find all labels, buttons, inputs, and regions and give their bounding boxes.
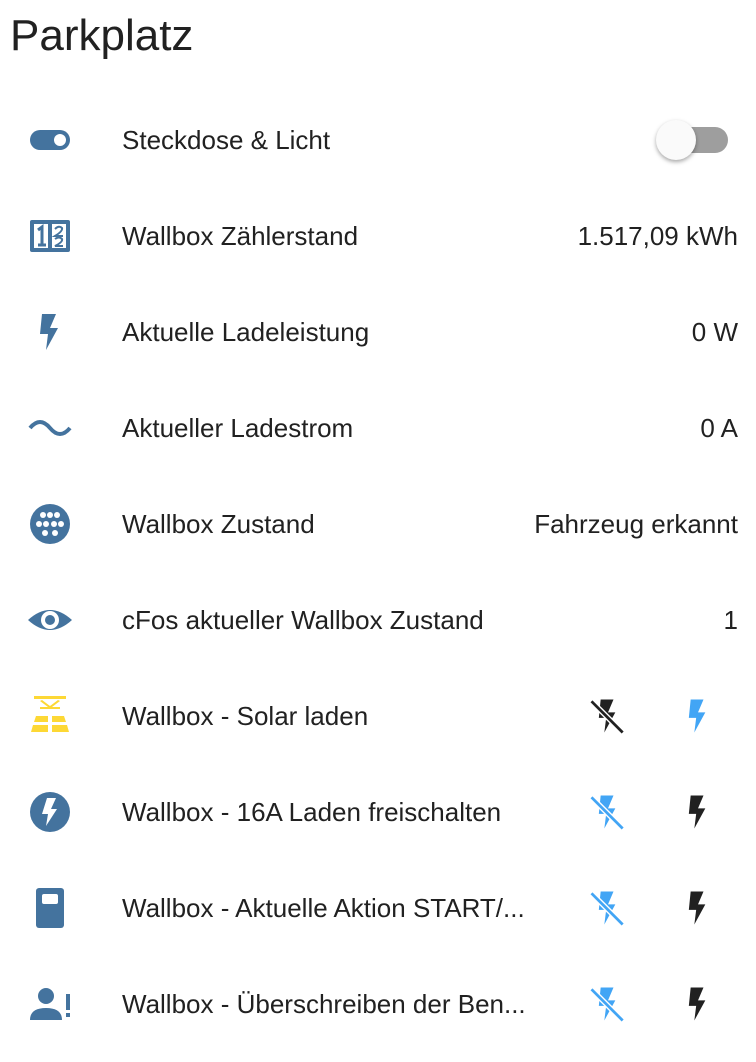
entity-name: Wallbox Zustand <box>122 508 315 539</box>
solar-power-icon <box>26 692 74 740</box>
turn-on-button[interactable] <box>670 880 726 936</box>
turn-on-button[interactable] <box>670 976 726 1032</box>
steckdose-licht-toggle[interactable] <box>656 120 730 160</box>
entity-value: 0 A <box>700 412 738 443</box>
account-alert-icon <box>26 980 74 1028</box>
entity-name: Aktueller Ladestrom <box>122 412 354 443</box>
counter-icon <box>26 212 74 260</box>
entity-value: 1 <box>723 604 738 635</box>
toggle-knob <box>656 120 696 160</box>
entity-row-ladestrom[interactable]: Aktueller Ladestrom 0 A <box>0 380 756 476</box>
entity-name: Aktuelle Ladeleistung <box>122 316 370 347</box>
flash-icon <box>688 699 706 733</box>
flash-off-icon <box>589 699 625 735</box>
turn-off-button[interactable] <box>580 784 636 840</box>
entity-name: cFos aktueller Wallbox Zustand <box>122 604 484 635</box>
turn-off-button[interactable] <box>580 976 636 1032</box>
entity-row-solar-laden[interactable]: Wallbox - Solar laden <box>0 668 756 764</box>
entity-name: Wallbox - Solar laden <box>122 700 369 731</box>
entity-value: 1.517,09 kWh <box>577 220 738 251</box>
flash-off-icon <box>589 987 625 1023</box>
card-title: Parkplatz <box>10 11 194 60</box>
toggle-switch-icon <box>26 116 74 164</box>
entity-row-wallbox-zustand[interactable]: Wallbox Zustand Fahrzeug erkannt <box>0 476 756 572</box>
turn-off-button[interactable] <box>580 688 636 744</box>
flash-icon <box>688 987 706 1021</box>
entity-name: Wallbox - Überschreiben der Ben... <box>122 988 526 1019</box>
current-ac-icon <box>26 404 74 452</box>
turn-on-button[interactable] <box>670 784 726 840</box>
entity-name: Wallbox Zählerstand <box>122 220 359 251</box>
entity-value: Fahrzeug erkannt <box>534 508 738 539</box>
entity-name: Wallbox - Aktuelle Aktion START/... <box>122 892 525 923</box>
entity-name: Steckdose & Licht <box>122 124 331 155</box>
entity-row-ladeleistung[interactable]: Aktuelle Ladeleistung 0 W <box>0 284 756 380</box>
flash-circle-icon <box>26 788 74 836</box>
entity-row-aktuelle-aktion[interactable]: Wallbox - Aktuelle Aktion START/... <box>0 860 756 956</box>
entity-name: Wallbox - 16A Laden freischalten <box>122 796 502 827</box>
entity-row-cfos-zustand[interactable]: cFos aktueller Wallbox Zustand 1 <box>0 572 756 668</box>
entity-value: 0 W <box>691 316 738 347</box>
flash-icon <box>26 308 74 356</box>
flash-icon <box>688 795 706 829</box>
ev-plug-type2-icon <box>26 500 74 548</box>
turn-off-button[interactable] <box>580 880 636 936</box>
turn-on-button[interactable] <box>670 688 726 744</box>
entity-row-steckdose-licht[interactable]: Steckdose & Licht <box>0 92 756 188</box>
flash-off-icon <box>589 891 625 927</box>
entity-row-ueberschreiben[interactable]: Wallbox - Überschreiben der Ben... <box>0 956 756 1052</box>
flash-off-icon <box>589 795 625 831</box>
entity-row-zaehlerstand[interactable]: Wallbox Zählerstand 1.517,09 kWh <box>0 188 756 284</box>
ev-station-icon <box>26 884 74 932</box>
eye-icon <box>26 596 74 644</box>
entity-row-16a-laden[interactable]: Wallbox - 16A Laden freischalten <box>0 764 756 860</box>
flash-icon <box>688 891 706 925</box>
